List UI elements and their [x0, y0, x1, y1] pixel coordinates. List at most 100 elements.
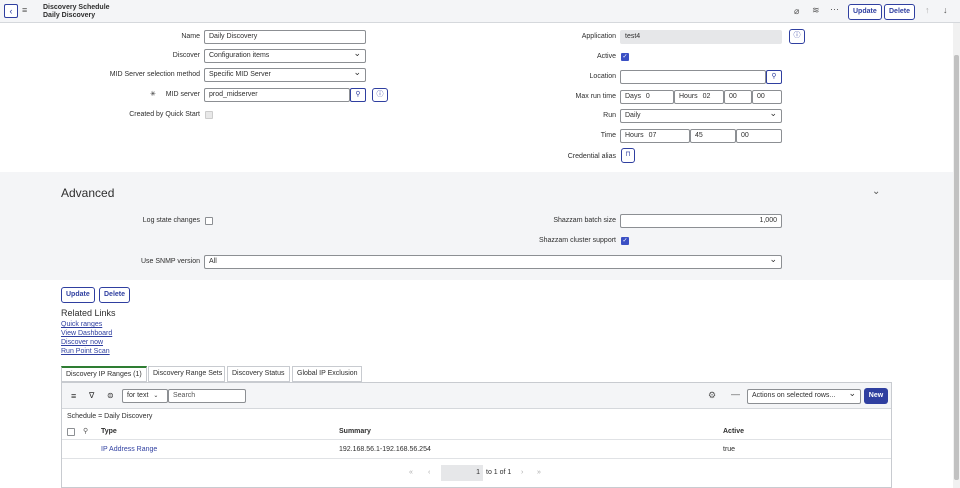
related-links-title: Related Links	[61, 308, 116, 318]
tab-discovery-status[interactable]: Discovery Status	[227, 366, 290, 382]
run-point-scan-link[interactable]: Run Point Scan	[61, 348, 110, 355]
credential-lock-icon[interactable]: ⊓	[621, 148, 635, 163]
location-search-icon[interactable]: ⚲	[766, 70, 782, 84]
chevron-down-icon[interactable]: ⌄	[872, 186, 880, 197]
quick-start-label: Created by Quick Start	[129, 111, 200, 118]
row-type-link[interactable]: IP Address Range	[101, 446, 157, 453]
mid-method-label: MID Server selection method	[109, 71, 200, 78]
mid-server-label: MID server	[165, 91, 200, 98]
filter-breadcrumb[interactable]: Schedule = Daily Discovery	[67, 413, 152, 420]
batch-size-label: Shazzam batch size	[553, 217, 616, 224]
search-field-select[interactable]: for text ⌄	[122, 389, 168, 403]
run-select[interactable]: Daily	[620, 109, 782, 123]
settings-sliders-icon[interactable]: ≋	[812, 5, 820, 16]
mid-server-search-icon[interactable]: ⚲	[350, 88, 366, 102]
snmp-label: Use SNMP version	[140, 258, 200, 265]
application-label: Application	[581, 33, 616, 40]
tab-discovery-range-sets[interactable]: Discovery Range Sets	[148, 366, 225, 382]
header-update-button[interactable]: Update	[848, 4, 882, 20]
discover-label: Discover	[172, 52, 200, 59]
record-title: Discovery Schedule	[43, 4, 110, 11]
credential-label: Credential alias	[567, 153, 616, 160]
row-active: true	[723, 446, 736, 453]
max-run-hours-field[interactable]: Hours 02	[674, 90, 724, 104]
application-info-icon[interactable]: ⓘ	[789, 29, 805, 44]
view-dashboard-link[interactable]: View Dashboard	[61, 330, 112, 337]
discover-select[interactable]: Configuration items	[204, 49, 366, 63]
application-field: test4	[620, 30, 782, 44]
time-minutes-field[interactable]: 45	[690, 129, 736, 143]
max-run-days-label: Days	[625, 93, 641, 100]
arrow-up-icon[interactable]: ↑	[925, 5, 930, 15]
search-input[interactable]: Search	[168, 389, 246, 403]
related-list: ≡ ∇ ⊜ for text ⌄ Search ⚙ — Actions on s…	[61, 382, 892, 488]
time-hours-label: Hours	[625, 132, 644, 139]
tab-discovery-ip-ranges[interactable]: Discovery IP Ranges (1)	[61, 366, 147, 382]
back-button[interactable]: ‹	[4, 4, 18, 18]
list-menu-icon[interactable]: ≡	[71, 391, 76, 401]
table-header: ⚲ Type Summary Active	[62, 424, 891, 440]
select-all-checkbox[interactable]	[67, 428, 75, 436]
max-run-days-field[interactable]: Days 0	[620, 90, 674, 104]
search-field-value: for text	[127, 392, 149, 399]
search-field-chevron-icon: ⌄	[153, 393, 159, 399]
name-label: Name	[181, 33, 200, 40]
time-seconds-field[interactable]: 00	[736, 129, 782, 143]
update-button[interactable]: Update	[61, 287, 95, 303]
required-icon: ✳	[150, 91, 156, 98]
column-active[interactable]: Active	[723, 428, 744, 435]
scrollbar[interactable]	[953, 23, 960, 488]
delete-button[interactable]: Delete	[99, 287, 131, 303]
max-run-hours-label: Hours	[679, 93, 698, 100]
max-run-seconds-field[interactable]: 00	[752, 90, 782, 104]
max-run-minutes-field[interactable]: 00	[724, 90, 752, 104]
record-subtitle: Daily Discovery	[43, 12, 96, 19]
header-delete-button[interactable]: Delete	[884, 4, 916, 20]
time-hours-field[interactable]: Hours 07	[620, 129, 690, 143]
batch-size-input[interactable]: 1,000	[620, 214, 782, 228]
advanced-title: Advanced	[61, 186, 115, 200]
discover-now-link[interactable]: Discover now	[61, 339, 103, 346]
mid-server-input[interactable]: prod_midserver	[204, 88, 350, 102]
time-label: Time	[600, 132, 616, 139]
column-type[interactable]: Type	[101, 428, 117, 435]
list-settings-icon[interactable]: ⚙	[708, 390, 716, 401]
quick-start-checkbox	[205, 111, 213, 119]
table-row[interactable]: IP Address Range 192.168.56.1-192.168.56…	[62, 440, 891, 459]
page-input[interactable]: 1	[441, 465, 483, 481]
column-summary[interactable]: Summary	[339, 428, 371, 435]
next-page-icon[interactable]: ›	[521, 469, 523, 476]
last-page-icon[interactable]: »	[537, 469, 541, 476]
hamburger-icon[interactable]: ≡	[22, 5, 27, 15]
scrollbar-thumb[interactable]	[954, 55, 959, 480]
name-input[interactable]: Daily Discovery	[204, 30, 366, 44]
arrow-down-icon[interactable]: ↓	[943, 5, 948, 15]
log-state-checkbox[interactable]	[205, 217, 213, 225]
column-search-icon[interactable]: ⚲	[83, 427, 88, 435]
active-label: Active	[596, 53, 616, 60]
actions-select[interactable]: Actions on selected rows...	[747, 389, 861, 404]
new-button[interactable]: New	[864, 388, 888, 404]
list-toolbar: ≡ ∇ ⊜ for text ⌄ Search ⚙ — Actions on s…	[62, 383, 891, 409]
cluster-checkbox[interactable]: ✓	[621, 237, 629, 245]
more-options-icon[interactable]: ⋯	[830, 4, 839, 15]
max-run-days-value: 0	[645, 93, 650, 100]
time-hours-value: 07	[648, 132, 657, 139]
location-label: Location	[589, 73, 616, 80]
max-run-label: Max run time	[575, 93, 616, 100]
location-input[interactable]	[620, 70, 766, 84]
collapse-icon[interactable]: —	[731, 389, 740, 399]
max-run-hours-value: 02	[702, 93, 711, 100]
filter-icon[interactable]: ∇	[89, 391, 94, 400]
previous-page-icon[interactable]: ‹	[428, 469, 430, 476]
mid-server-info-icon[interactable]: ⓘ	[372, 88, 388, 102]
tab-global-ip-exclusion[interactable]: Global IP Exclusion	[292, 366, 362, 382]
quick-ranges-link[interactable]: Quick ranges	[61, 321, 102, 328]
snmp-select[interactable]: All	[204, 255, 782, 269]
group-icon[interactable]: ⊜	[107, 391, 114, 400]
run-label: Run	[603, 112, 616, 119]
active-checkbox[interactable]: ✓	[621, 53, 629, 61]
mid-method-select[interactable]: Specific MID Server	[204, 68, 366, 82]
first-page-icon[interactable]: «	[409, 469, 413, 476]
attachment-icon[interactable]: ⌀	[794, 6, 799, 17]
